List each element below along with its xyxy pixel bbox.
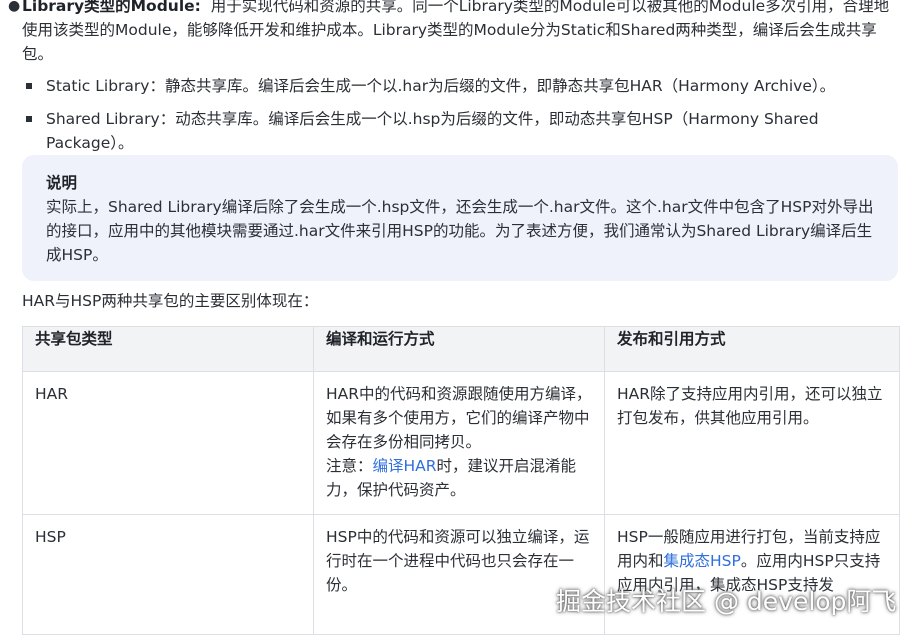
header-compile: 编译和运行方式 bbox=[313, 326, 605, 372]
table-row: HAR HAR中的代码和资源跟随使用方编译，如果有多个使用方，它们的编译产物中会… bbox=[22, 371, 900, 515]
library-module-item: ● Library类型的Module: 用于实现代码和资源的共享。同一个Libr… bbox=[8, 0, 898, 66]
note-body: 实际上，Shared Library编译后除了会生成一个.hsp文件，还会生成一… bbox=[46, 198, 874, 264]
bullet-dot-icon: ● bbox=[8, 0, 21, 14]
header-publish: 发布和引用方式 bbox=[604, 326, 900, 372]
list-item: Shared Library：动态共享库。编译后会生成一个以.hsp为后缀的文件… bbox=[24, 107, 854, 155]
header-type: 共享包类型 bbox=[22, 326, 314, 372]
har-publish-cell: HAR除了支持应用内引用，还可以独立打包发布，供其他应用引用。 bbox=[604, 371, 900, 515]
watermark: 掘金技术社区 @ develop阿飞 bbox=[556, 587, 897, 616]
har-type-cell: HAR bbox=[22, 371, 314, 515]
integrated-hsp-link[interactable]: 集成态HSP bbox=[664, 552, 741, 570]
compile-har-link[interactable]: 编译HAR bbox=[373, 457, 437, 475]
note-title: 说明 bbox=[46, 174, 78, 192]
table-intro: HAR与HSP两种共享包的主要区别体现在： bbox=[22, 292, 319, 310]
static-library-text: Static Library：静态共享库。编译后会生成一个以.har为后缀的文件… bbox=[46, 77, 836, 95]
shared-library-text: Shared Library：动态共享库。编译后会生成一个以.hsp为后缀的文件… bbox=[46, 110, 819, 152]
square-bullet-icon bbox=[26, 83, 32, 89]
har-compile-text: HAR中的代码和资源跟随使用方编译，如果有多个使用方，它们的编译产物中会存在多份… bbox=[326, 385, 592, 451]
table-header-row: 共享包类型 编译和运行方式 发布和引用方式 bbox=[22, 326, 900, 372]
library-module-title: Library类型的Module: bbox=[22, 0, 201, 15]
note-box: 说明 实际上，Shared Library编译后除了会生成一个.hsp文件，还会… bbox=[22, 155, 898, 281]
har-compile-cell: HAR中的代码和资源跟随使用方编译，如果有多个使用方，它们的编译产物中会存在多份… bbox=[313, 371, 605, 515]
note-prefix: 注意： bbox=[326, 457, 373, 475]
hsp-type-cell: HSP bbox=[22, 514, 314, 635]
square-bullet-icon bbox=[26, 116, 32, 122]
library-type-list: Static Library：静态共享库。编译后会生成一个以.har为后缀的文件… bbox=[24, 74, 854, 164]
list-item: Static Library：静态共享库。编译后会生成一个以.har为后缀的文件… bbox=[24, 74, 854, 98]
har-compile-note: 注意：编译HAR时，建议开启混淆能力，保护代码资产。 bbox=[326, 454, 592, 502]
